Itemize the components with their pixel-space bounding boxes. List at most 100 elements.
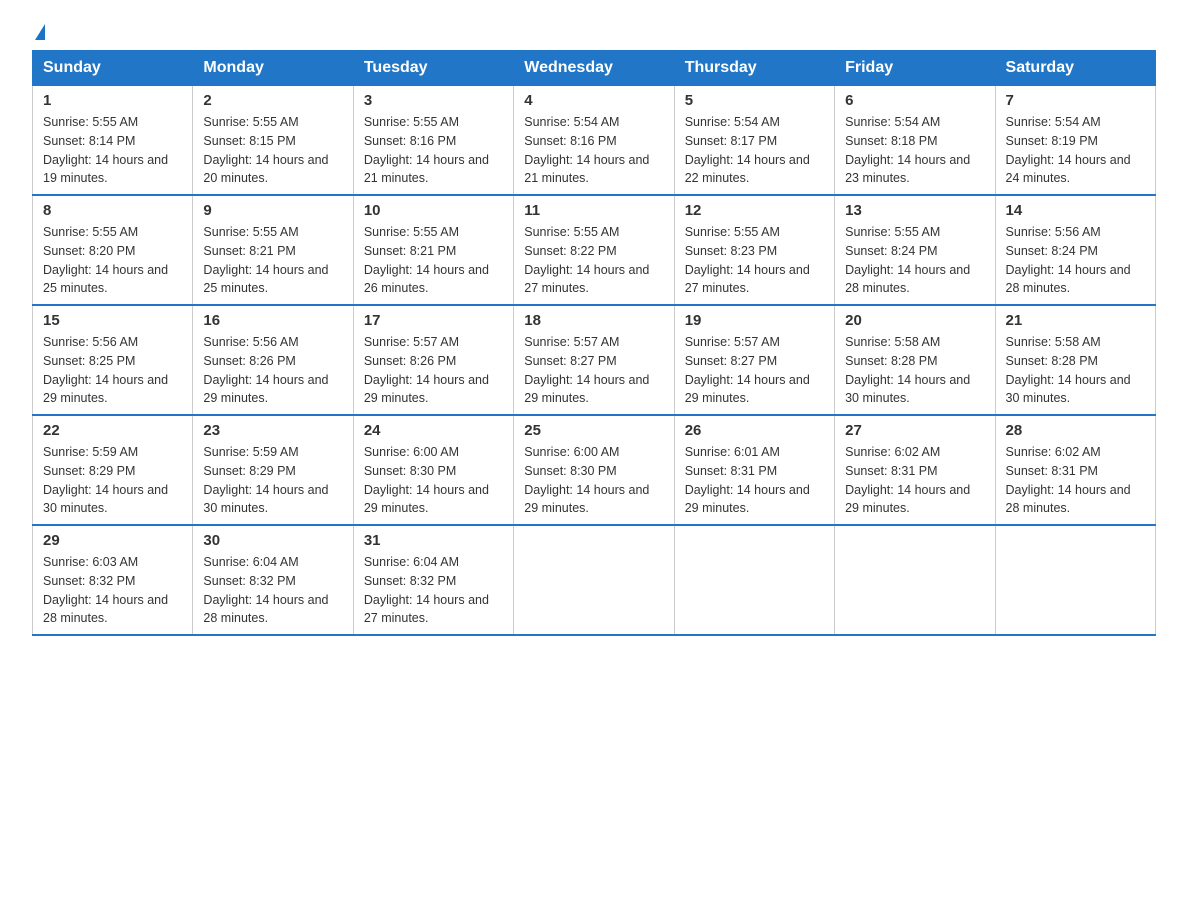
day-number: 1 bbox=[43, 92, 182, 109]
day-number: 13 bbox=[845, 202, 984, 219]
day-number: 12 bbox=[685, 202, 824, 219]
day-info: Sunrise: 6:03 AM Sunset: 8:32 PM Dayligh… bbox=[43, 553, 182, 628]
day-number: 9 bbox=[203, 202, 342, 219]
calendar-cell: 22 Sunrise: 5:59 AM Sunset: 8:29 PM Dayl… bbox=[33, 415, 193, 525]
calendar-cell: 14 Sunrise: 5:56 AM Sunset: 8:24 PM Dayl… bbox=[995, 195, 1155, 305]
day-info: Sunrise: 5:55 AM Sunset: 8:16 PM Dayligh… bbox=[364, 113, 503, 188]
calendar-cell: 19 Sunrise: 5:57 AM Sunset: 8:27 PM Dayl… bbox=[674, 305, 834, 415]
calendar-cell: 1 Sunrise: 5:55 AM Sunset: 8:14 PM Dayli… bbox=[33, 86, 193, 196]
day-number: 5 bbox=[685, 92, 824, 109]
day-info: Sunrise: 5:59 AM Sunset: 8:29 PM Dayligh… bbox=[43, 443, 182, 518]
day-number: 2 bbox=[203, 92, 342, 109]
day-info: Sunrise: 5:58 AM Sunset: 8:28 PM Dayligh… bbox=[1006, 333, 1145, 408]
day-number: 22 bbox=[43, 422, 182, 439]
weekday-header-friday: Friday bbox=[835, 51, 995, 86]
day-number: 4 bbox=[524, 92, 663, 109]
calendar-week-row: 29 Sunrise: 6:03 AM Sunset: 8:32 PM Dayl… bbox=[33, 525, 1156, 635]
calendar-week-row: 8 Sunrise: 5:55 AM Sunset: 8:20 PM Dayli… bbox=[33, 195, 1156, 305]
day-info: Sunrise: 6:02 AM Sunset: 8:31 PM Dayligh… bbox=[1006, 443, 1145, 518]
calendar-week-row: 1 Sunrise: 5:55 AM Sunset: 8:14 PM Dayli… bbox=[33, 86, 1156, 196]
logo bbox=[32, 24, 45, 40]
day-number: 25 bbox=[524, 422, 663, 439]
calendar-cell: 27 Sunrise: 6:02 AM Sunset: 8:31 PM Dayl… bbox=[835, 415, 995, 525]
logo-triangle-icon bbox=[35, 24, 45, 40]
weekday-header-sunday: Sunday bbox=[33, 51, 193, 86]
day-number: 31 bbox=[364, 532, 503, 549]
day-number: 6 bbox=[845, 92, 984, 109]
weekday-header-row: SundayMondayTuesdayWednesdayThursdayFrid… bbox=[33, 51, 1156, 86]
day-number: 19 bbox=[685, 312, 824, 329]
day-info: Sunrise: 5:58 AM Sunset: 8:28 PM Dayligh… bbox=[845, 333, 984, 408]
day-number: 18 bbox=[524, 312, 663, 329]
calendar-cell bbox=[514, 525, 674, 635]
day-number: 14 bbox=[1006, 202, 1145, 219]
calendar-cell: 30 Sunrise: 6:04 AM Sunset: 8:32 PM Dayl… bbox=[193, 525, 353, 635]
header bbox=[32, 24, 1156, 40]
calendar-cell: 15 Sunrise: 5:56 AM Sunset: 8:25 PM Dayl… bbox=[33, 305, 193, 415]
day-number: 30 bbox=[203, 532, 342, 549]
calendar-cell: 16 Sunrise: 5:56 AM Sunset: 8:26 PM Dayl… bbox=[193, 305, 353, 415]
calendar-cell: 20 Sunrise: 5:58 AM Sunset: 8:28 PM Dayl… bbox=[835, 305, 995, 415]
calendar-cell: 29 Sunrise: 6:03 AM Sunset: 8:32 PM Dayl… bbox=[33, 525, 193, 635]
calendar-cell bbox=[995, 525, 1155, 635]
weekday-header-tuesday: Tuesday bbox=[353, 51, 513, 86]
day-info: Sunrise: 6:04 AM Sunset: 8:32 PM Dayligh… bbox=[364, 553, 503, 628]
calendar-cell: 28 Sunrise: 6:02 AM Sunset: 8:31 PM Dayl… bbox=[995, 415, 1155, 525]
calendar-cell: 2 Sunrise: 5:55 AM Sunset: 8:15 PM Dayli… bbox=[193, 86, 353, 196]
calendar-table: SundayMondayTuesdayWednesdayThursdayFrid… bbox=[32, 50, 1156, 636]
day-info: Sunrise: 6:00 AM Sunset: 8:30 PM Dayligh… bbox=[364, 443, 503, 518]
calendar-cell: 3 Sunrise: 5:55 AM Sunset: 8:16 PM Dayli… bbox=[353, 86, 513, 196]
day-number: 11 bbox=[524, 202, 663, 219]
calendar-cell: 25 Sunrise: 6:00 AM Sunset: 8:30 PM Dayl… bbox=[514, 415, 674, 525]
day-number: 23 bbox=[203, 422, 342, 439]
calendar-cell: 18 Sunrise: 5:57 AM Sunset: 8:27 PM Dayl… bbox=[514, 305, 674, 415]
calendar-cell: 4 Sunrise: 5:54 AM Sunset: 8:16 PM Dayli… bbox=[514, 86, 674, 196]
day-info: Sunrise: 5:54 AM Sunset: 8:17 PM Dayligh… bbox=[685, 113, 824, 188]
day-info: Sunrise: 6:01 AM Sunset: 8:31 PM Dayligh… bbox=[685, 443, 824, 518]
calendar-cell: 6 Sunrise: 5:54 AM Sunset: 8:18 PM Dayli… bbox=[835, 86, 995, 196]
day-info: Sunrise: 5:56 AM Sunset: 8:26 PM Dayligh… bbox=[203, 333, 342, 408]
day-number: 26 bbox=[685, 422, 824, 439]
day-info: Sunrise: 5:57 AM Sunset: 8:26 PM Dayligh… bbox=[364, 333, 503, 408]
day-info: Sunrise: 6:02 AM Sunset: 8:31 PM Dayligh… bbox=[845, 443, 984, 518]
day-info: Sunrise: 5:55 AM Sunset: 8:24 PM Dayligh… bbox=[845, 223, 984, 298]
day-info: Sunrise: 5:55 AM Sunset: 8:23 PM Dayligh… bbox=[685, 223, 824, 298]
day-info: Sunrise: 6:04 AM Sunset: 8:32 PM Dayligh… bbox=[203, 553, 342, 628]
calendar-cell: 31 Sunrise: 6:04 AM Sunset: 8:32 PM Dayl… bbox=[353, 525, 513, 635]
day-info: Sunrise: 5:59 AM Sunset: 8:29 PM Dayligh… bbox=[203, 443, 342, 518]
calendar-cell: 24 Sunrise: 6:00 AM Sunset: 8:30 PM Dayl… bbox=[353, 415, 513, 525]
calendar-cell bbox=[674, 525, 834, 635]
calendar-cell: 26 Sunrise: 6:01 AM Sunset: 8:31 PM Dayl… bbox=[674, 415, 834, 525]
calendar-cell: 10 Sunrise: 5:55 AM Sunset: 8:21 PM Dayl… bbox=[353, 195, 513, 305]
day-number: 20 bbox=[845, 312, 984, 329]
weekday-header-saturday: Saturday bbox=[995, 51, 1155, 86]
day-info: Sunrise: 5:55 AM Sunset: 8:20 PM Dayligh… bbox=[43, 223, 182, 298]
calendar-cell: 5 Sunrise: 5:54 AM Sunset: 8:17 PM Dayli… bbox=[674, 86, 834, 196]
day-info: Sunrise: 5:57 AM Sunset: 8:27 PM Dayligh… bbox=[524, 333, 663, 408]
logo-top-row bbox=[32, 24, 45, 40]
day-number: 7 bbox=[1006, 92, 1145, 109]
day-number: 29 bbox=[43, 532, 182, 549]
day-number: 15 bbox=[43, 312, 182, 329]
weekday-header-wednesday: Wednesday bbox=[514, 51, 674, 86]
day-number: 8 bbox=[43, 202, 182, 219]
calendar-week-row: 22 Sunrise: 5:59 AM Sunset: 8:29 PM Dayl… bbox=[33, 415, 1156, 525]
day-info: Sunrise: 6:00 AM Sunset: 8:30 PM Dayligh… bbox=[524, 443, 663, 518]
day-info: Sunrise: 5:55 AM Sunset: 8:15 PM Dayligh… bbox=[203, 113, 342, 188]
day-info: Sunrise: 5:55 AM Sunset: 8:14 PM Dayligh… bbox=[43, 113, 182, 188]
calendar-cell: 7 Sunrise: 5:54 AM Sunset: 8:19 PM Dayli… bbox=[995, 86, 1155, 196]
day-number: 27 bbox=[845, 422, 984, 439]
day-number: 28 bbox=[1006, 422, 1145, 439]
day-info: Sunrise: 5:56 AM Sunset: 8:25 PM Dayligh… bbox=[43, 333, 182, 408]
calendar-cell bbox=[835, 525, 995, 635]
weekday-header-monday: Monday bbox=[193, 51, 353, 86]
calendar-cell: 8 Sunrise: 5:55 AM Sunset: 8:20 PM Dayli… bbox=[33, 195, 193, 305]
calendar-cell: 11 Sunrise: 5:55 AM Sunset: 8:22 PM Dayl… bbox=[514, 195, 674, 305]
day-info: Sunrise: 5:57 AM Sunset: 8:27 PM Dayligh… bbox=[685, 333, 824, 408]
calendar-cell: 12 Sunrise: 5:55 AM Sunset: 8:23 PM Dayl… bbox=[674, 195, 834, 305]
day-number: 3 bbox=[364, 92, 503, 109]
day-number: 16 bbox=[203, 312, 342, 329]
day-info: Sunrise: 5:54 AM Sunset: 8:16 PM Dayligh… bbox=[524, 113, 663, 188]
calendar-cell: 21 Sunrise: 5:58 AM Sunset: 8:28 PM Dayl… bbox=[995, 305, 1155, 415]
day-info: Sunrise: 5:55 AM Sunset: 8:21 PM Dayligh… bbox=[203, 223, 342, 298]
